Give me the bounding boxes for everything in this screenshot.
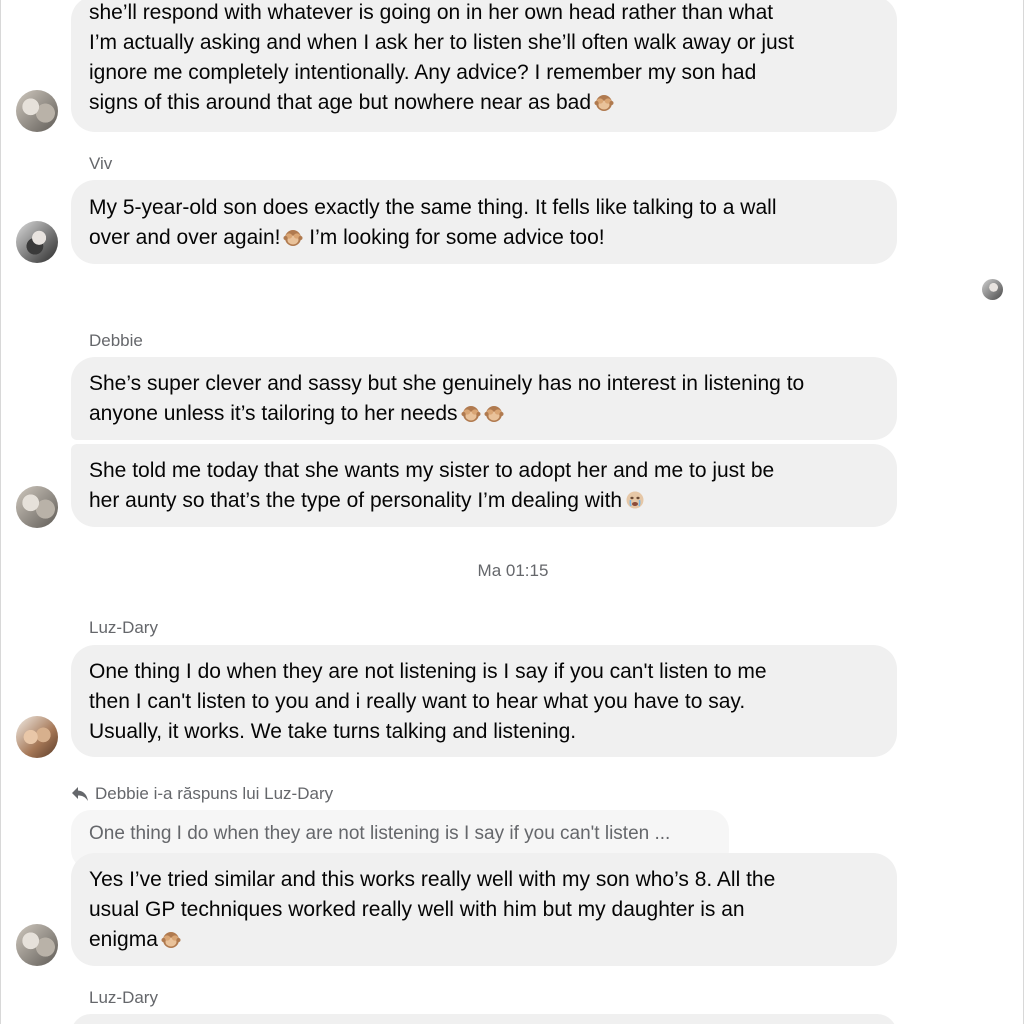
reply-header: Debbie i-a răspuns lui Luz-Dary xyxy=(71,784,333,804)
message-line: She’s super clever and sassy but she gen… xyxy=(89,372,805,395)
message-line: ignore me completely intentionally. Any … xyxy=(89,61,757,84)
reply-arrow-icon xyxy=(72,787,88,801)
crying-face-icon xyxy=(626,491,644,509)
message-line: signs of this around that age but nowher… xyxy=(89,88,879,118)
message-line-text: I’m looking for some advice too! xyxy=(303,226,605,249)
message-bubble-debbie-reply[interactable]: Yes I’ve tried similar and this works re… xyxy=(71,853,897,966)
avatar-luz-dary[interactable] xyxy=(16,716,58,758)
message-line-text: enigma xyxy=(89,928,158,951)
see-no-evil-monkey-icon xyxy=(161,932,181,948)
avatar-viv[interactable] xyxy=(16,221,58,263)
avatar-debbie[interactable] xyxy=(16,924,58,966)
message-bubble-debbie-2[interactable]: She’s super clever and sassy but she gen… xyxy=(71,357,897,440)
message-bubble-debbie-1[interactable]: she’ll respond with whatever is going on… xyxy=(71,0,897,132)
avatar-debbie[interactable] xyxy=(16,90,58,132)
see-no-evil-monkey-icon xyxy=(283,230,303,246)
message-line: she’ll respond with whatever is going on… xyxy=(89,1,774,24)
sender-name-debbie: Debbie xyxy=(89,331,143,350)
message-bubble-debbie-3[interactable]: She told me today that she wants my sist… xyxy=(71,444,897,527)
see-no-evil-monkey-icon xyxy=(461,406,481,422)
message-line-text: signs of this around that age but nowher… xyxy=(89,91,592,114)
reply-label: Debbie i-a răspuns lui Luz-Dary xyxy=(95,784,334,803)
message-line: anyone unless it’s tailoring to her need… xyxy=(89,399,879,429)
message-bubble-luz-dary[interactable]: One thing I do when they are not listeni… xyxy=(71,645,897,757)
chat-thread: she’ll respond with whatever is going on… xyxy=(0,0,1024,1024)
read-receipt-avatar xyxy=(982,279,1003,300)
message-bubble-viv[interactable]: My 5-year-old son does exactly the same … xyxy=(71,180,897,264)
sender-name-luz-dary: Luz-Dary xyxy=(89,618,158,637)
message-line: over and over again! I’m looking for som… xyxy=(89,223,879,253)
timestamp: Ma 01:15 xyxy=(477,561,549,580)
message-bubble-luz-dary-2[interactable] xyxy=(71,1014,897,1024)
message-line: her aunty so that’s the type of personal… xyxy=(89,486,879,516)
message-line-text: over and over again! xyxy=(89,226,281,249)
message-line: I’m actually asking and when I ask her t… xyxy=(89,31,795,54)
message-line: One thing I do when they are not listeni… xyxy=(89,660,767,683)
sender-name-luz-dary: Luz-Dary xyxy=(89,988,158,1007)
sender-name-viv: Viv xyxy=(89,154,113,173)
message-line-text: anyone unless it’s tailoring to her need… xyxy=(89,402,458,425)
avatar-debbie[interactable] xyxy=(16,486,58,528)
message-line: Yes I’ve tried similar and this works re… xyxy=(89,868,776,891)
message-line-text: her aunty so that’s the type of personal… xyxy=(89,489,623,512)
message-line: enigma xyxy=(89,925,879,955)
message-line: My 5-year-old son does exactly the same … xyxy=(89,196,777,219)
message-line: She told me today that she wants my sist… xyxy=(89,459,775,482)
see-no-evil-monkey-icon xyxy=(594,95,614,111)
message-line: Usually, it works. We take turns talking… xyxy=(89,720,577,743)
see-no-evil-monkey-icon xyxy=(484,406,504,422)
message-line: then I can't listen to you and i really … xyxy=(89,690,746,713)
message-line: usual GP techniques worked really well w… xyxy=(89,898,745,921)
